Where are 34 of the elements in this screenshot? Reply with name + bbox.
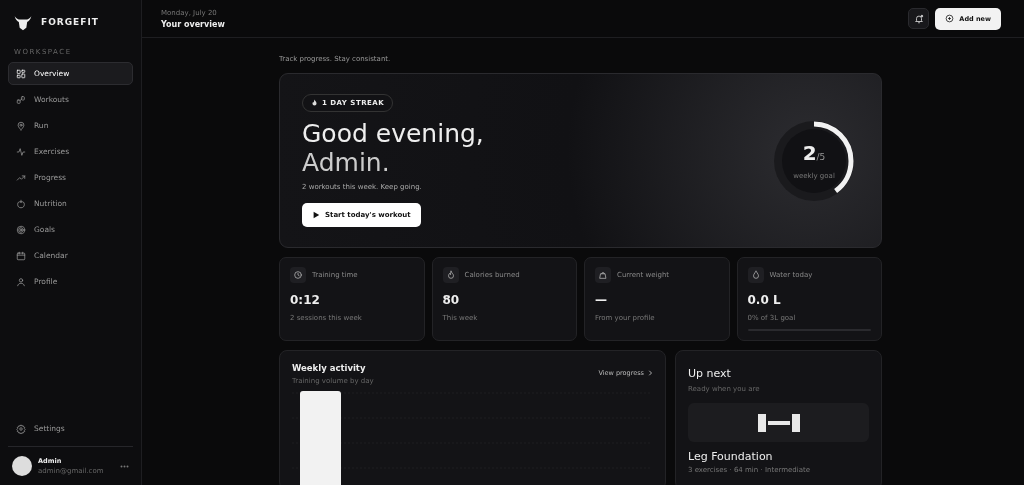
flame-icon (311, 99, 318, 107)
grid-icon (16, 68, 26, 79)
bell-icon (913, 13, 924, 24)
pulse-icon (16, 146, 26, 157)
goal-done: 2 (802, 141, 817, 165)
stat-value: 0:12 (290, 293, 321, 307)
stat-value: 0.0 L (747, 293, 782, 307)
notifications-button[interactable] (908, 8, 930, 29)
page-title: Your overview (161, 19, 226, 29)
more-icon[interactable] (120, 464, 129, 468)
greeting: Good evening, (302, 119, 484, 149)
panel-title: Weekly activity (292, 363, 367, 373)
goal-total: /5 (816, 152, 826, 162)
workout-name: Leg Foundation (688, 450, 774, 463)
play-icon (312, 211, 320, 220)
weight-icon (595, 267, 611, 283)
chevron-right-icon (647, 370, 653, 376)
map-pin-icon (16, 120, 26, 131)
clock-icon (290, 267, 306, 283)
apple-icon (16, 198, 26, 209)
stat-value: — (595, 293, 608, 307)
calendar-icon (16, 250, 26, 261)
target-icon (16, 224, 26, 235)
trend-icon (16, 172, 26, 183)
stat-value: 80 (442, 293, 461, 307)
drop-icon (747, 267, 764, 283)
user-greeting-name: Admin. (302, 148, 390, 178)
flame-icon (442, 267, 459, 283)
settings-icon (16, 423, 26, 434)
brand-name: FORGEFIT (41, 17, 99, 27)
panel-title: Up next (688, 367, 732, 380)
plus-circle-icon (945, 14, 955, 23)
avatar (12, 456, 32, 476)
user-icon (16, 276, 26, 287)
